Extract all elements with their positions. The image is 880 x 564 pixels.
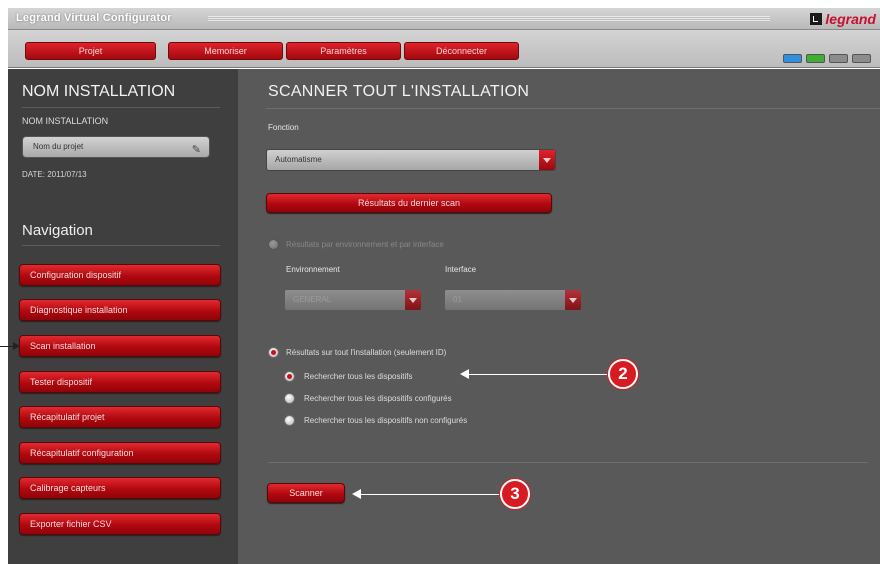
gray-window-button[interactable] <box>829 54 848 63</box>
callout-2-arrow-line <box>468 374 608 375</box>
legrand-logo-icon <box>810 13 823 25</box>
brand-name: legrand <box>825 11 876 27</box>
pointer-arrow-icon <box>13 342 20 350</box>
interface-select[interactable]: 01 <box>444 289 582 311</box>
installation-heading: NOM INSTALLATION <box>22 83 176 100</box>
radio-unconfigured-devices[interactable] <box>284 415 295 426</box>
nav-tester-dispositif[interactable]: Tester dispositif <box>19 371 221 393</box>
radio-whole-installation-label: Résultats sur tout l'installation (seule… <box>286 348 447 357</box>
callout-3-badge: 3 <box>500 479 530 509</box>
green-window-button[interactable] <box>806 54 825 63</box>
sidebar: NOM INSTALLATION NOM INSTALLATION Nom du… <box>8 69 238 564</box>
divider <box>268 462 868 463</box>
window-title: Legrand Virtual Configurator <box>16 12 172 24</box>
chevron-down-icon[interactable] <box>565 290 581 310</box>
title-bar-stripes <box>208 16 770 22</box>
navigation-heading: Navigation <box>22 222 93 239</box>
radio-configured-devices-label: Rechercher tous les dispositifs configur… <box>304 394 452 403</box>
chevron-down-icon[interactable] <box>405 290 421 310</box>
nav-recapitulatif-configuration[interactable]: Récapitulatif configuration <box>19 442 221 464</box>
radio-configured-devices[interactable] <box>284 393 295 404</box>
menu-memoriser-button[interactable]: Memoriser <box>168 42 283 60</box>
environment-select[interactable]: GENERAL <box>284 289 422 311</box>
interface-label: Interface <box>445 265 477 274</box>
last-scan-results-button[interactable]: Résultats du dernier scan <box>266 193 552 213</box>
nav-recapitulatif-projet[interactable]: Récapitulatif projet <box>19 406 221 428</box>
callout-3-arrow-line <box>360 494 500 495</box>
edit-pencil-icon[interactable]: ✎ <box>192 140 201 160</box>
fonction-value: Automatisme <box>275 155 322 164</box>
fonction-select[interactable]: Automatisme <box>266 149 556 171</box>
nav-diagnostique-installation[interactable]: Diagnostique installation <box>19 299 221 321</box>
project-date: DATE: 2011/07/13 <box>22 170 87 179</box>
radio-unconfigured-devices-label: Rechercher tous les dispositifs non conf… <box>304 416 468 425</box>
nav-scan-installation[interactable]: Scan installation <box>19 335 221 357</box>
nav-calibrage-capteurs[interactable]: Calibrage capteurs <box>19 477 221 499</box>
pointer-arrow-line <box>0 346 14 347</box>
divider <box>22 245 220 246</box>
radio-env-interface-label: Résultats par environnement et par inter… <box>286 240 444 249</box>
menu-deconnecter-button[interactable]: Déconnecter <box>404 42 519 60</box>
menu-projet-button[interactable]: Projet <box>25 42 156 60</box>
divider <box>266 108 880 109</box>
radio-all-devices-label: Rechercher tous les dispositifs <box>304 372 413 381</box>
page-title: SCANNER TOUT L'INSTALLATION <box>268 83 530 100</box>
main-panel: SCANNER TOUT L'INSTALLATION Fonction Aut… <box>238 69 880 564</box>
environment-label: Environnement <box>286 265 340 274</box>
nav-configuration-dispositif[interactable]: Configuration dispositif <box>19 264 221 286</box>
blue-window-button[interactable] <box>783 54 802 63</box>
title-bar: Legrand Virtual Configurator legrand <box>8 8 880 30</box>
installation-subheading: NOM INSTALLATION <box>22 116 109 126</box>
chevron-down-icon[interactable] <box>539 150 555 170</box>
environment-value: GENERAL <box>293 295 332 304</box>
gray-window-button-2[interactable] <box>852 54 871 63</box>
divider <box>22 107 220 108</box>
menu-bar: Projet Memoriser Paramètres Déconnecter <box>8 30 880 68</box>
project-name-value: Nom du projet <box>33 142 84 151</box>
radio-all-devices[interactable] <box>284 371 295 382</box>
radio-whole-installation[interactable] <box>268 347 279 358</box>
interface-value: 01 <box>453 295 462 304</box>
app-window: Legrand Virtual Configurator legrand Pro… <box>0 0 880 564</box>
nav-exporter-fichier-csv[interactable]: Exporter fichier CSV <box>19 513 221 535</box>
callout-2-badge: 2 <box>608 359 638 389</box>
menu-parametres-button[interactable]: Paramètres <box>286 42 401 60</box>
project-name-input[interactable]: Nom du projet ✎ <box>22 136 210 158</box>
radio-env-interface[interactable] <box>268 239 279 250</box>
legrand-logo: legrand <box>810 11 876 27</box>
scan-button[interactable]: Scanner <box>267 483 345 503</box>
fonction-label: Fonction <box>268 123 299 132</box>
